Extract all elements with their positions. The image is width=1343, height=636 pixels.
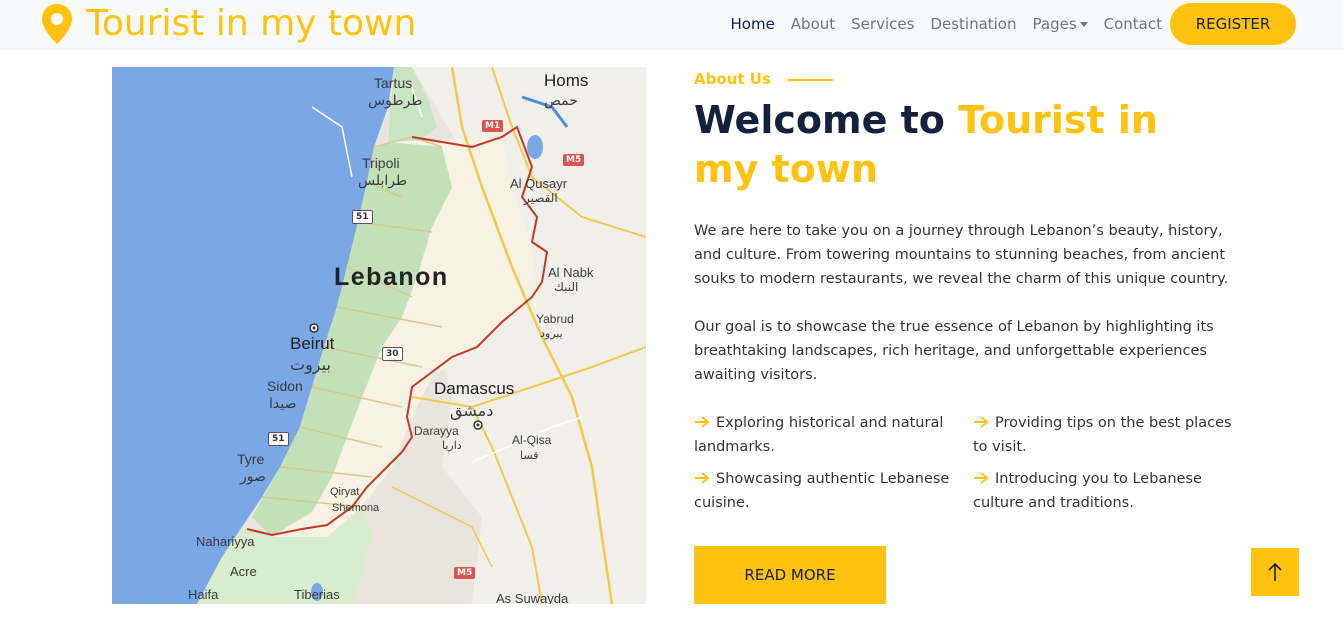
map-label-nabk-ar: النبك (554, 280, 579, 294)
map-label-nahariyya: Nahariyya (196, 534, 255, 549)
nav-link-services[interactable]: Services (851, 15, 914, 33)
about-paragraph-2: Our goal is to showcase the true essence… (694, 319, 1214, 383)
map-label-tiberias: Tiberias (294, 587, 340, 602)
navbar: Tourist in my town Home About Services D… (0, 0, 1343, 48)
arrow-right-icon (695, 472, 710, 484)
read-more-button[interactable]: READ MORE (694, 546, 886, 604)
map-label-homs: Homs (544, 71, 589, 90)
map-label-acre: Acre (230, 564, 257, 579)
feature-item: Providing tips on the best places to vis… (973, 411, 1233, 459)
map-label-sidon: Sidon (267, 378, 303, 394)
map-label-darayya-ar: داريا (442, 439, 462, 452)
nav-link-home[interactable]: Home (731, 15, 775, 33)
road-badge-m5-south: M5 (454, 567, 476, 579)
map-label-damascus: Damascus (434, 379, 515, 398)
map-label-qisa: Al-Qisa (512, 433, 552, 447)
nav-link-contact[interactable]: Contact (1104, 15, 1162, 33)
map-label-homs-ar: حمص (544, 93, 578, 109)
nav-link-pages-label: Pages (1032, 15, 1077, 33)
map-label-sidon-ar: صيدا (269, 396, 297, 412)
road-badge-51-south: 51 (268, 432, 289, 446)
map-label-tripoli-ar: طرابلس (358, 173, 408, 189)
lebanon-map-image: Tartus طرطوس Homs حمص M1 M5 Tripoli طراب… (112, 67, 646, 604)
map-label-darayya: Darayya (414, 424, 459, 438)
road-badge-51-north: 51 (352, 210, 373, 224)
feature-item: Introducing you to Lebanese culture and … (973, 467, 1233, 515)
map-label-lebanon: Lebanon (334, 263, 449, 291)
arrow-up-icon (1268, 562, 1282, 581)
arrow-right-icon (695, 416, 710, 428)
map-label-tyre-ar: صور (240, 469, 266, 485)
road-badge-m1: M1 (482, 120, 504, 132)
road-badge-30: 30 (382, 347, 403, 361)
map-label-yabrud-ar: يبرود (540, 327, 563, 340)
map-label-yabrud: Yabrud (536, 312, 574, 326)
feature-item: Exploring historical and natural landmar… (694, 411, 954, 459)
map-label-qisa-ar: قسا (520, 449, 539, 462)
map-label-qiryat: Qiryat (330, 486, 360, 498)
map-pin-icon (42, 4, 72, 44)
feature-item: Showcasing authentic Lebanese cuisine. (694, 467, 954, 515)
register-button[interactable]: REGISTER (1170, 3, 1296, 45)
map-label-tartus-ar: طرطوس (368, 93, 423, 109)
map-base-graphic (112, 67, 646, 604)
section-label-about: About Us (694, 70, 771, 88)
section-heading: Welcome to Tourist in my town (694, 96, 1214, 194)
map-label-shemona: Shemona (332, 502, 380, 514)
brand-logo-link[interactable]: Tourist in my town (40, 2, 416, 46)
map-label-qusayr: Al Qusayr (510, 176, 568, 191)
road-badge-m5: M5 (563, 154, 585, 166)
map-label-tripoli: Tripoli (362, 155, 400, 171)
feature-text: Exploring historical and natural landmar… (694, 415, 944, 455)
map-label-tartus: Tartus (374, 75, 413, 91)
feature-text: Providing tips on the best places to vis… (973, 415, 1232, 455)
heading-main-text: Welcome to (694, 98, 959, 142)
map-label-suwayda: As Suwayda (496, 591, 569, 604)
nav-dropdown-pages[interactable]: Pages (1033, 15, 1088, 33)
brand-name: Tourist in my town (86, 3, 417, 44)
map-label-haifa: Haifa (188, 587, 219, 602)
nav-link-destination[interactable]: Destination (930, 15, 1016, 33)
map-label-tyre: Tyre (237, 451, 265, 467)
map-label-beirut-ar: بيروت (290, 355, 331, 374)
map-label-damascus-ar: دمشق (450, 401, 494, 420)
caret-down-icon (1079, 22, 1088, 27)
nav-menu: Home About Services Destination Pages Co… (731, 0, 1343, 48)
feature-text: Showcasing authentic Lebanese cuisine. (694, 471, 950, 511)
back-to-top-button[interactable] (1251, 548, 1299, 596)
nav-link-about[interactable]: About (791, 15, 835, 33)
feature-text: Introducing you to Lebanese culture and … (973, 471, 1202, 511)
arrow-right-icon (974, 416, 989, 428)
arrow-right-icon (974, 472, 989, 484)
map-label-qusayr-ar: القصير (524, 191, 558, 205)
map-label-nabk: Al Nabk (548, 265, 594, 280)
about-paragraph-1: We are here to take you on a journey thr… (694, 223, 1229, 287)
section-label-divider (788, 79, 833, 81)
map-label-beirut: Beirut (290, 334, 335, 353)
